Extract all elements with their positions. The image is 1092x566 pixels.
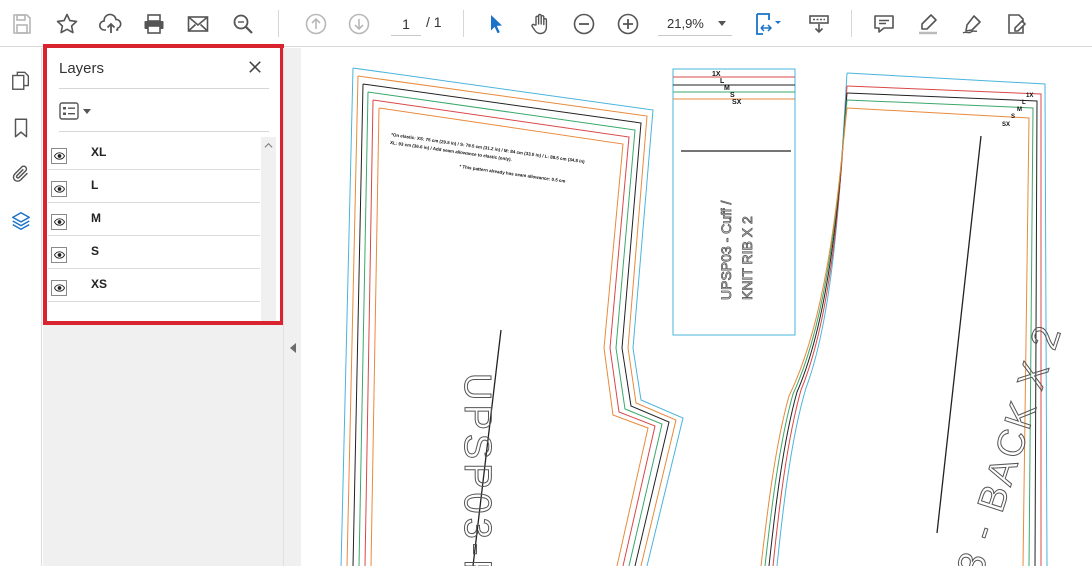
zoom-value: 21,9% [667, 16, 704, 31]
bookmark-star-icon[interactable] [50, 7, 84, 41]
eye-icon[interactable] [51, 148, 67, 164]
layer-row-xs[interactable]: XS [48, 269, 260, 302]
left-rail [0, 48, 42, 566]
pages-icon[interactable] [8, 68, 34, 94]
back-size-tag: M [1017, 107, 1022, 113]
layers-icon[interactable] [8, 208, 34, 234]
toolbar-divider [463, 10, 464, 37]
back-size-tag: SX [1002, 122, 1010, 128]
panel-splitter[interactable] [283, 48, 301, 566]
cuff-size-tag: SX [732, 99, 742, 106]
layer-list-scrollbar[interactable] [261, 137, 276, 566]
panel-empty-area [43, 325, 283, 566]
email-icon[interactable] [181, 7, 215, 41]
layer-label: L [91, 178, 99, 192]
search-icon[interactable] [226, 7, 260, 41]
layer-label: M [91, 211, 101, 225]
options-list-icon [59, 102, 79, 120]
pattern-page: *On elastic: XS: 75 cm (29.5 in) / S: 79… [340, 67, 1071, 566]
back-size-tag: L [1022, 100, 1026, 106]
layer-label: S [91, 244, 100, 258]
layer-row-m[interactable]: M [48, 203, 260, 236]
page-number-input[interactable] [391, 12, 421, 36]
attachments-icon[interactable] [8, 161, 34, 187]
comment-icon[interactable] [867, 7, 901, 41]
page-total: / 1 [426, 14, 442, 30]
highlight-icon[interactable] [911, 7, 945, 41]
cuff-label-1: UPSP03 - Cuff / [718, 201, 734, 300]
back-size-tag: S [1011, 114, 1015, 120]
eye-icon[interactable] [51, 247, 67, 263]
cuff-pattern-piece: 1X L M S SX UPSP03 - Cuff / KNIT RIB X 2 [672, 68, 796, 336]
collapse-panel-icon[interactable] [290, 343, 296, 353]
note-line-3: * This pattern already has seam allowanc… [459, 164, 566, 184]
panel-title: Layers [59, 60, 105, 77]
layer-options-button[interactable] [59, 101, 99, 121]
hand-tool-icon[interactable] [523, 7, 557, 41]
sign-icon[interactable] [955, 7, 989, 41]
eye-icon[interactable] [51, 280, 67, 296]
edit-pdf-icon[interactable] [999, 7, 1033, 41]
back-size-tag: 1X [1026, 93, 1033, 99]
document-view[interactable]: *On elastic: XS: 75 cm (29.5 in) / S: 79… [301, 48, 1092, 566]
layer-row-l[interactable]: L [48, 170, 260, 203]
cuff-size-tag: L [720, 78, 725, 85]
save-icon[interactable] [5, 7, 39, 41]
cuff-label-2: KNIT RIB X 2 [739, 216, 755, 300]
back-piece-label: 3 - BACK X 2 [950, 319, 1071, 566]
close-icon[interactable] [245, 57, 265, 77]
pattern-note: *On elastic: XS: 75 cm (29.5 in) / S: 79… [390, 132, 586, 184]
layer-label: XL [91, 145, 107, 159]
layers-panel: Layers XL L M S XS [43, 48, 283, 566]
grainline [936, 135, 982, 534]
zoom-out-icon[interactable] [567, 7, 601, 41]
panel-divider [59, 88, 269, 89]
fit-page-icon[interactable] [748, 7, 788, 41]
scroll-mode-icon[interactable] [802, 7, 836, 41]
cuff-size-tag: S [730, 92, 735, 99]
toolbar: / 1 21,9% [0, 0, 1092, 47]
select-cursor-icon[interactable] [479, 7, 513, 41]
layer-label: XS [91, 277, 108, 291]
eye-icon[interactable] [51, 181, 67, 197]
chevron-up-icon[interactable] [264, 141, 273, 150]
eye-icon[interactable] [51, 214, 67, 230]
prev-page-icon[interactable] [299, 7, 333, 41]
bookmarks-icon[interactable] [8, 115, 34, 141]
toolbar-divider [851, 10, 852, 37]
zoom-in-icon[interactable] [611, 7, 645, 41]
next-page-icon[interactable] [342, 7, 376, 41]
chevron-down-icon [83, 108, 91, 114]
cuff-size-tag: M [724, 85, 730, 92]
chevron-down-icon [718, 21, 726, 26]
print-icon[interactable] [137, 7, 171, 41]
upload-icon[interactable] [94, 7, 128, 41]
layer-row-s[interactable]: S [48, 236, 260, 269]
zoom-select[interactable]: 21,9% [658, 12, 732, 36]
layer-list: XL L M S XS [48, 137, 260, 302]
front-piece-label: UPSP03-F [456, 373, 498, 566]
layer-row-xl[interactable]: XL [48, 137, 260, 170]
toolbar-divider [278, 10, 279, 37]
cuff-size-tag: 1X [712, 71, 721, 78]
panel-divider [59, 131, 269, 132]
